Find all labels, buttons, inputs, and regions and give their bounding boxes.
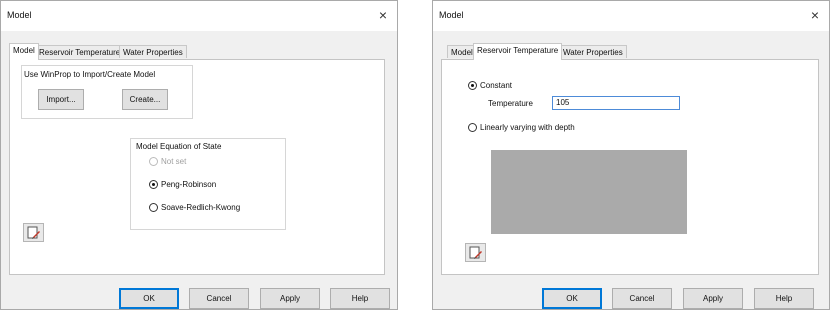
window-title: Model bbox=[7, 10, 32, 20]
depth-table-area bbox=[491, 150, 687, 234]
edit-icon bbox=[27, 226, 40, 239]
eos-group-title: Model Equation of State bbox=[136, 142, 222, 151]
tab-panel-model: Use WinProp to Import/Create Model Impor… bbox=[9, 59, 385, 275]
radio-peng-robinson-label[interactable]: Peng-Robinson bbox=[161, 180, 216, 189]
radio-peng-robinson[interactable] bbox=[149, 180, 158, 189]
close-icon[interactable]: × bbox=[811, 7, 819, 23]
model-dialog-reservoir-temperature-tab: Model × Model Reservoir Temperature Wate… bbox=[432, 0, 830, 310]
radio-constant-label[interactable]: Constant bbox=[480, 81, 512, 90]
radio-soave-redlich-kwong-label[interactable]: Soave-Redlich-Kwong bbox=[161, 203, 240, 212]
tab-reservoir-temperature[interactable]: Reservoir Temperature bbox=[35, 45, 125, 58]
edit-button[interactable] bbox=[465, 243, 486, 262]
help-button[interactable]: Help bbox=[754, 288, 814, 309]
tab-model[interactable]: Model bbox=[9, 43, 39, 60]
import-button[interactable]: Import... bbox=[38, 89, 84, 110]
tab-reservoir-temperature[interactable]: Reservoir Temperature bbox=[473, 43, 563, 60]
temperature-input[interactable]: 105 bbox=[552, 96, 680, 110]
edit-icon bbox=[469, 246, 482, 259]
winprop-label: Use WinProp to Import/Create Model bbox=[24, 70, 156, 79]
cancel-button[interactable]: Cancel bbox=[612, 288, 672, 309]
eos-group: Model Equation of State Not set Peng-Rob… bbox=[130, 138, 286, 230]
close-icon[interactable]: × bbox=[379, 7, 387, 23]
radio-linearly-varying[interactable] bbox=[468, 123, 477, 132]
apply-button[interactable]: Apply bbox=[260, 288, 320, 309]
tab-panel-reservoir-temperature: Constant Temperature 105 Linearly varyin… bbox=[441, 59, 819, 275]
radio-not-set-label: Not set bbox=[161, 157, 187, 166]
apply-button[interactable]: Apply bbox=[683, 288, 743, 309]
edit-button[interactable] bbox=[23, 223, 44, 242]
winprop-group: Use WinProp to Import/Create Model Impor… bbox=[21, 65, 193, 119]
tab-water-properties[interactable]: Water Properties bbox=[559, 45, 627, 58]
title-bar: Model × bbox=[433, 1, 829, 31]
ok-button[interactable]: OK bbox=[119, 288, 179, 309]
temperature-label: Temperature bbox=[488, 99, 533, 108]
radio-constant[interactable] bbox=[468, 81, 477, 90]
radio-soave-redlich-kwong[interactable] bbox=[149, 203, 158, 212]
cancel-button[interactable]: Cancel bbox=[189, 288, 249, 309]
title-bar: Model × bbox=[1, 1, 397, 31]
model-dialog-model-tab: Model × Model Reservoir Temperature Wate… bbox=[0, 0, 398, 310]
create-button[interactable]: Create... bbox=[122, 89, 168, 110]
ok-button[interactable]: OK bbox=[542, 288, 602, 309]
radio-linearly-varying-label[interactable]: Linearly varying with depth bbox=[480, 123, 575, 132]
tab-water-properties[interactable]: Water Properties bbox=[119, 45, 187, 58]
radio-not-set bbox=[149, 157, 158, 166]
help-button[interactable]: Help bbox=[330, 288, 390, 309]
window-title: Model bbox=[439, 10, 464, 20]
